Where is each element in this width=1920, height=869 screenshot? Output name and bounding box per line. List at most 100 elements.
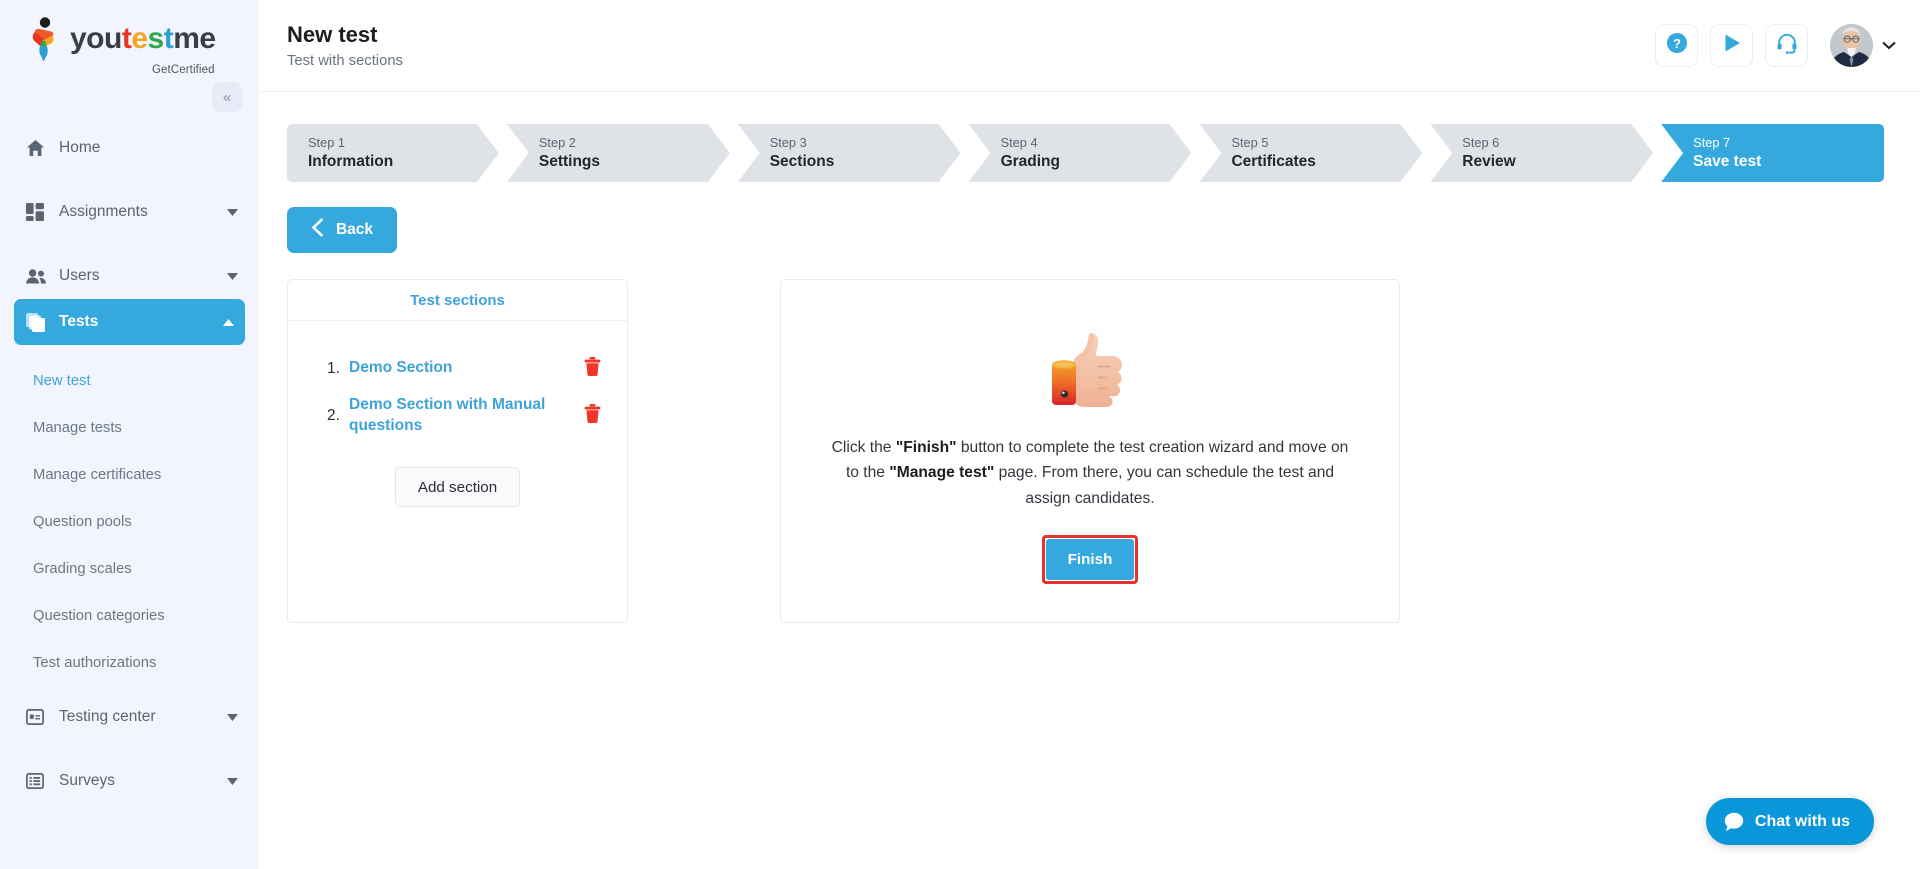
user-menu[interactable] (1830, 24, 1896, 67)
wizard-content: Step 1 Information Step 2 Settings Step … (259, 92, 1920, 623)
sidebar-subitem-label: New test (33, 372, 91, 389)
sidebar-item-question-categories[interactable]: Question categories (0, 592, 259, 639)
chevron-down-icon (226, 775, 238, 787)
chevron-left-icon (311, 218, 324, 241)
chat-with-us-button[interactable]: Chat with us (1705, 798, 1874, 845)
chevron-down-icon (226, 270, 238, 282)
sidebar-item-label: Users (59, 267, 100, 284)
main-content: New test Test with sections ? Step 1 Inf… (259, 0, 1920, 869)
brand-tagline: GetCertified (152, 64, 215, 76)
youtestme-mark-icon (28, 16, 61, 62)
step-number: Step 1 (308, 135, 345, 151)
add-section-wrap: Add section (288, 442, 627, 540)
sidebar-item-home[interactable]: Home (0, 125, 259, 171)
sidebar-item-label: Testing center (59, 708, 156, 725)
app-root: youtestme GetCertified « Home Assignment… (0, 0, 1920, 869)
sidebar-item-label: Tests (59, 313, 99, 330)
surveys-list-icon (26, 770, 52, 792)
step-number: Step 5 (1231, 135, 1269, 151)
chevron-up-icon (222, 316, 234, 328)
step-label: Certificates (1231, 152, 1316, 170)
sidebar-item-assignments[interactable]: Assignments (0, 189, 259, 235)
users-icon (26, 265, 52, 287)
sidebar-nav: Home Assignments Users Tests New test Ma… (0, 125, 259, 804)
trash-icon (584, 403, 601, 428)
testing-center-icon (26, 706, 52, 728)
sidebar-item-users[interactable]: Users (0, 253, 259, 299)
assignments-grid-icon (26, 201, 52, 223)
help-icon: ? (1666, 32, 1688, 59)
wizard-step-2[interactable]: Step 2 Settings (507, 124, 730, 182)
wizard-step-1[interactable]: Step 1 Information (287, 124, 499, 182)
help-button[interactable]: ? (1655, 24, 1698, 67)
support-button[interactable] (1765, 24, 1808, 67)
sidebar-item-testing-center[interactable]: Testing center (0, 694, 259, 740)
delete-section-button[interactable] (581, 356, 603, 381)
sidebar-item-question-pools[interactable]: Question pools (0, 498, 259, 545)
finish-button-highlight: Finish (1042, 534, 1138, 584)
section-index: 2. (327, 406, 340, 424)
chevron-down-icon (226, 206, 238, 218)
wizard-step-4[interactable]: Step 4 Grading (969, 124, 1192, 182)
sidebar-subnav-tests: New test Manage tests Manage certificate… (0, 357, 259, 686)
section-list-item: 1. Demo Section (288, 348, 627, 389)
brand-name: youtestme (70, 22, 216, 55)
step-label: Save test (1693, 152, 1762, 170)
sidebar-item-new-test[interactable]: New test (0, 357, 259, 404)
section-list-item: 2. Demo Section with Manual questions (288, 395, 627, 436)
svg-text:?: ? (1673, 36, 1681, 51)
thumbs-up-emoji-icon (1044, 321, 1136, 413)
finish-card: Click the "Finish" button to complete th… (780, 279, 1400, 623)
add-section-button[interactable]: Add section (394, 467, 521, 507)
sidebar-subitem-label: Question categories (33, 607, 165, 624)
step-number: Step 3 (769, 135, 807, 151)
section-link[interactable]: Demo Section with Manual questions (349, 395, 581, 436)
sidebar-item-label: Surveys (59, 772, 115, 789)
sidebar-item-grading-scales[interactable]: Grading scales (0, 545, 259, 592)
step-number: Step 2 (538, 135, 576, 151)
tests-stack-icon (26, 311, 52, 333)
test-sections-card: Test sections 1. Demo Section 2. Demo Se… (287, 279, 628, 623)
sidebar-item-manage-certificates[interactable]: Manage certificates (0, 451, 259, 498)
sidebar-subitem-label: Question pools (33, 513, 132, 530)
finish-instructions: Click the "Finish" button to complete th… (825, 435, 1355, 511)
sidebar-subitem-label: Manage certificates (33, 466, 162, 483)
step-number: Step 6 (1462, 135, 1500, 151)
sidebar-item-tests[interactable]: Tests (14, 299, 245, 345)
sidebar: youtestme GetCertified « Home Assignment… (0, 0, 259, 869)
sidebar-subitem-label: Test authorizations (33, 654, 157, 671)
chat-with-us-label: Chat with us (1754, 812, 1850, 830)
section-link[interactable]: Demo Section (349, 358, 581, 378)
delete-section-button[interactable] (581, 403, 603, 428)
finish-text-bold2: "Manage test" (889, 464, 995, 482)
sidebar-item-test-authorizations[interactable]: Test authorizations (0, 639, 259, 686)
wizard-step-3[interactable]: Step 3 Sections (738, 124, 961, 182)
sidebar-item-manage-tests[interactable]: Manage tests (0, 404, 259, 451)
test-sections-list: 1. Demo Section 2. Demo Section with Man… (288, 321, 627, 540)
step-label: Sections (769, 152, 835, 170)
wizard-step-5[interactable]: Step 5 Certificates (1199, 124, 1422, 182)
sidebar-subitem-label: Grading scales (33, 560, 132, 577)
finish-text-bold1: "Finish" (895, 439, 957, 456)
step-label: Settings (538, 152, 601, 170)
step-label: Review (1462, 152, 1516, 170)
panels-row: Test sections 1. Demo Section 2. Demo Se… (287, 279, 1892, 623)
finish-button[interactable]: Finish (1046, 538, 1134, 580)
wizard-step-6[interactable]: Step 6 Review (1430, 124, 1653, 182)
test-sections-title: Test sections (288, 280, 627, 321)
sidebar-collapse-button[interactable]: « (212, 82, 242, 112)
home-icon (26, 137, 52, 159)
chevron-down-icon (1882, 39, 1896, 52)
wizard-step-7[interactable]: Step 7 Save test (1661, 124, 1885, 182)
section-index: 1. (327, 359, 340, 377)
finish-text-part3: page. From there, you can schedule the t… (994, 464, 1335, 507)
brand-logo[interactable]: youtestme GetCertified (0, 0, 259, 92)
back-button[interactable]: Back (287, 207, 397, 253)
headset-support-icon (1776, 32, 1798, 59)
play-icon (1721, 32, 1743, 59)
page-subtitle: Test with sections (287, 53, 403, 70)
sidebar-item-surveys[interactable]: Surveys (0, 758, 259, 804)
sidebar-item-label: Assignments (59, 203, 148, 220)
play-tutorial-button[interactable] (1710, 24, 1753, 67)
step-number: Step 4 (1000, 135, 1038, 151)
